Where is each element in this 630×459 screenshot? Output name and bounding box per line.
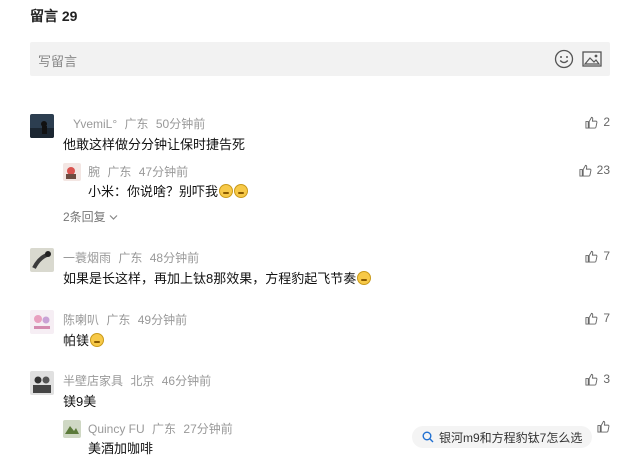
replier-name[interactable]: 腕: [88, 165, 100, 179]
like-button[interactable]: 7: [585, 311, 610, 325]
like-count: 2: [603, 115, 610, 129]
like-button[interactable]: 3: [585, 372, 610, 386]
comment-meta: YvemiL° 广东 50分钟前: [63, 115, 209, 132]
commenter-name[interactable]: 一蓑烟雨: [63, 251, 111, 265]
write-comment-placeholder: 写留言: [38, 54, 78, 69]
like-button[interactable]: 7: [585, 249, 610, 263]
comment-item: 一蓑烟雨 广东 48分钟前 如果是长这样，再加上钛8那效果，方程豹起飞节奏 7: [30, 248, 610, 292]
grin-emoji-icon: [90, 333, 105, 347]
thumbs-up-icon: [585, 312, 598, 325]
commenter-name[interactable]: 半壁店家具: [63, 374, 123, 388]
avatar[interactable]: [30, 114, 54, 138]
like-button[interactable]: 23: [579, 163, 610, 177]
comment-meta: 陈喇叭 广东 49分钟前: [63, 311, 191, 328]
reply-text: 小米：你说啥？别吓我: [88, 181, 249, 200]
commenter-location: 广东: [118, 251, 143, 265]
comment-time: 50分钟前: [155, 117, 206, 131]
comment-time: 46分钟前: [161, 374, 212, 388]
replier-location: 广东: [152, 422, 177, 436]
comment-item: 陈喇叭 广东 49分钟前 帕镁 7: [30, 310, 610, 354]
replier-name[interactable]: Quincy FU: [88, 422, 145, 436]
comment-text: 帕镁: [63, 330, 105, 349]
comment-text: 镁9美: [63, 394, 97, 409]
like-count: 7: [603, 311, 610, 325]
comment-text-body: 帕镁: [63, 333, 90, 348]
more-replies-link[interactable]: 2条回复: [63, 208, 118, 225]
grin-emoji-icon: [357, 271, 372, 285]
reply-text: 美酒加咖啡: [88, 441, 154, 456]
thumbs-up-icon: [585, 373, 598, 386]
comments-title: 留言: [30, 8, 58, 24]
commenter-name[interactable]: YvemiL°: [73, 117, 117, 131]
like-count: 23: [596, 163, 610, 177]
commenter-location: 广东: [124, 117, 149, 131]
avatar[interactable]: [30, 248, 54, 272]
commenter-location: 北京: [130, 374, 155, 388]
reply-text-body: 小米：你说啥？别吓我: [88, 184, 219, 199]
reply-item: 腕 广东 47分钟前 小米：你说啥？别吓我 23: [63, 162, 610, 202]
comment-text-body: 如果是长这样，再加上钛8那效果，方程豹起飞节奏: [63, 271, 357, 286]
thumbs-up-icon: [585, 116, 598, 129]
more-replies-label: 2条回复: [63, 210, 106, 224]
like-count: 3: [603, 372, 610, 386]
reply-meta: 腕 广东 47分钟前: [88, 163, 192, 180]
smiley-icon[interactable]: [554, 49, 574, 69]
search-icon: [422, 431, 434, 443]
avatar[interactable]: [63, 420, 81, 438]
thumbs-up-icon: [597, 420, 610, 433]
comment-meta: 半壁店家具 北京 46分钟前: [63, 372, 215, 389]
thumbs-up-icon: [585, 250, 598, 263]
avatar[interactable]: [63, 163, 81, 181]
commenter-location: 广东: [106, 313, 131, 327]
replier-location: 广东: [107, 165, 132, 179]
comments-count: 29: [61, 8, 78, 24]
comment-text: 他敢这样做分分钟让保时捷告死: [63, 137, 246, 152]
reply-time: 47分钟前: [138, 165, 189, 179]
grin-emoji-icon: [234, 184, 249, 198]
search-suggestion-pill[interactable]: 银河m9和方程豹钛7怎么选: [412, 426, 593, 448]
comment-item: YvemiL° 广东 50分钟前 他敢这样做分分钟让保时捷告死 2 腕 广东 4…: [30, 114, 610, 234]
thumbs-up-icon: [579, 164, 592, 177]
reply-time: 27分钟前: [183, 422, 233, 436]
image-icon[interactable]: [582, 50, 602, 68]
comment-time: 48分钟前: [149, 251, 200, 265]
reply-meta: Quincy FU 广东 27分钟前: [88, 420, 237, 437]
chevron-down-icon: [109, 215, 118, 220]
like-button[interactable]: 2: [585, 115, 610, 129]
comments-header: 留言 29: [30, 6, 77, 26]
comment-time: 49分钟前: [137, 313, 188, 327]
avatar[interactable]: [30, 371, 54, 395]
write-comment-box[interactable]: 写留言: [30, 42, 610, 76]
commenter-name[interactable]: 陈喇叭: [63, 313, 99, 327]
like-count: 7: [603, 249, 610, 263]
comment-text: 如果是长这样，再加上钛8那效果，方程豹起飞节奏: [63, 268, 372, 287]
like-button[interactable]: [597, 420, 610, 433]
grin-emoji-icon: [219, 184, 234, 198]
search-suggestion-text: 银河m9和方程豹钛7怎么选: [439, 430, 583, 445]
comment-meta: 一蓑烟雨 广东 48分钟前: [63, 249, 203, 266]
avatar[interactable]: [30, 310, 54, 334]
